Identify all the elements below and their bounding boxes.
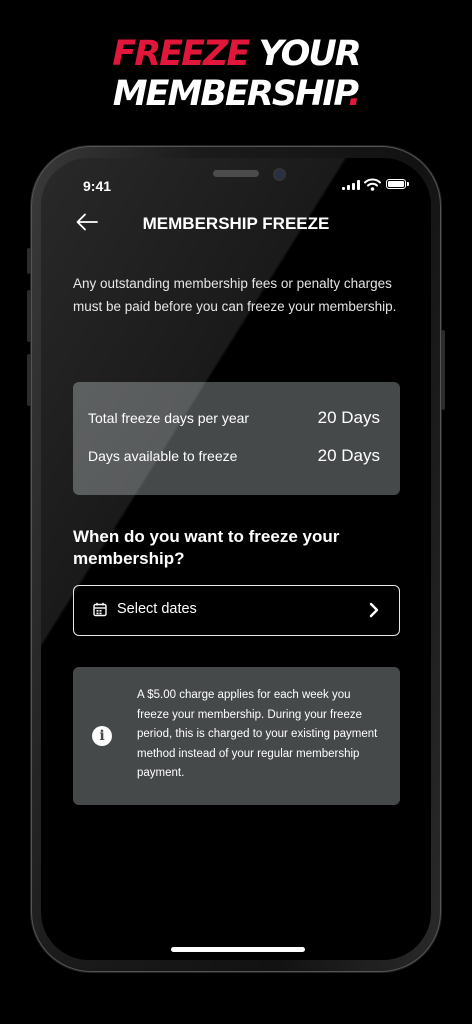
intro-text: Any outstanding membership fees or penal… [73,276,397,314]
cellular-signal-icon [342,180,360,190]
promo-headline-line-1: FREEZE YOUR [0,34,472,74]
freeze-question: When do you want to freeze your membersh… [73,527,340,568]
promo-headline: FREEZE YOUR MEMBERSHIP. [0,34,472,114]
select-dates-label: Select dates [117,601,197,617]
stat-value-available: 20 Days [317,446,380,465]
stat-label-available: Days available to freeze [88,448,238,464]
phone-mute-switch [27,248,31,274]
phone-volume-up [27,290,31,342]
promo-headline-word: MEMBERSHIP [112,74,350,114]
calendar-icon [93,602,107,617]
stat-label-total: Total freeze days per year [88,410,250,426]
promo-headline-dot: . [347,74,361,114]
phone-power-button [441,330,445,410]
promo-headline-line-2: MEMBERSHIP. [0,74,472,114]
promo-headline-rest: YOUR [248,34,361,74]
front-camera [275,170,284,179]
freeze-stats-card: Total freeze days per year 20 Days Days … [73,382,400,495]
freeze-charge-info-card: i A $5.00 charge applies for each week y… [73,667,400,805]
page-title: MEMBERSHIP FREEZE [142,214,330,233]
battery-tip [407,182,409,186]
freeze-charge-info-text: A $5.00 charge applies for each week you… [137,689,378,779]
speaker-grille [213,170,259,177]
chevron-right-icon [369,602,379,618]
wifi-icon [364,178,381,191]
promo-headline-accent: FREEZE [112,34,250,74]
select-dates-button[interactable]: Select dates [73,585,400,636]
home-indicator[interactable] [171,947,305,952]
info-icon: i [92,726,112,746]
phone-volume-down [27,354,31,406]
battery-icon [386,179,406,189]
phone-screen: 9:41 MEMBERSHIP FREEZE Any outstanding m… [41,158,431,960]
status-time: 9:41 [83,178,112,194]
stat-value-total: 20 Days [317,408,380,427]
